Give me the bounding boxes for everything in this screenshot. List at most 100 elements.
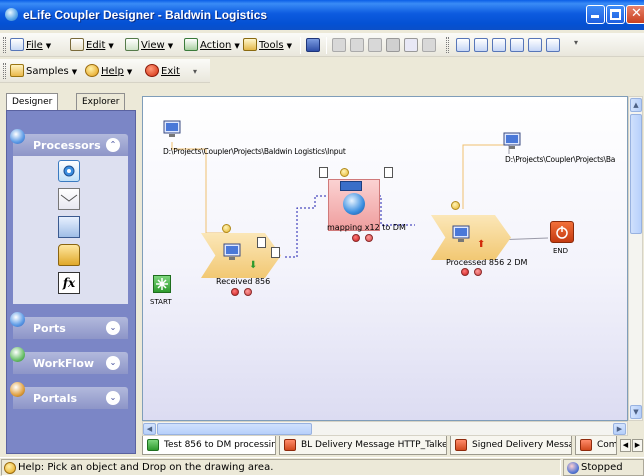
- component-palette: Processors ⌃ fx Ports ⌄ WorkFlow ⌄ Porta…: [6, 110, 136, 454]
- properties-icon[interactable]: [422, 38, 436, 52]
- lock-icon[interactable]: [58, 244, 80, 266]
- process-tab-icon: [580, 439, 592, 451]
- record-badge-icon[interactable]: [474, 268, 482, 276]
- save-icon[interactable]: [306, 38, 320, 52]
- envelope-icon[interactable]: [58, 188, 80, 210]
- paste-icon[interactable]: [368, 38, 382, 52]
- zoom-out-icon[interactable]: [510, 38, 524, 52]
- document-icon[interactable]: [257, 237, 266, 248]
- processed-node-icon: [452, 225, 470, 243]
- trigger-icon[interactable]: [340, 168, 349, 177]
- toolbar-overflow-icon[interactable]: ▾: [574, 38, 582, 52]
- vertical-scroll-thumb[interactable]: [630, 114, 642, 234]
- output-path-label: D:\Projects\Coupler\Projects\Ba: [505, 155, 616, 164]
- view-menu[interactable]: View ▼: [125, 38, 173, 51]
- tab-com[interactable]: Com: [575, 436, 617, 455]
- collapse-icon[interactable]: ⌃: [106, 138, 120, 152]
- close-icon: ✕: [631, 6, 642, 21]
- left-panel-tabs: Designer Explorer: [6, 93, 136, 112]
- minimize-icon: [591, 15, 599, 18]
- trigger-icon[interactable]: [222, 224, 231, 233]
- start-label: START: [150, 298, 172, 306]
- received-node-icon: [223, 243, 241, 261]
- start-node-icon[interactable]: [153, 275, 171, 293]
- maximize-button[interactable]: [606, 5, 625, 24]
- app-globe-icon[interactable]: [5, 8, 18, 21]
- vertical-scrollbar[interactable]: ▲ ▼: [628, 96, 643, 421]
- workflow-icon: [10, 347, 25, 362]
- layout-icon[interactable]: [456, 38, 470, 52]
- table-icon[interactable]: [546, 38, 560, 52]
- help-icon: [85, 64, 99, 77]
- input-port-icon[interactable]: [163, 120, 181, 138]
- upload-arrow-icon: ⬆: [477, 239, 486, 250]
- validate-icon[interactable]: [58, 216, 80, 238]
- process-tab-icon: [284, 439, 296, 451]
- status-message: Help: Pick an object and Drop on the dra…: [18, 462, 274, 473]
- scroll-down-icon[interactable]: ▼: [630, 405, 642, 419]
- download-arrow-icon: ⬇: [249, 260, 258, 271]
- function-icon[interactable]: fx: [58, 272, 80, 294]
- tab-explorer[interactable]: Explorer: [76, 93, 126, 111]
- title-bar: eLife Coupler Designer - Baldwin Logisti…: [0, 0, 644, 30]
- toolbar-grip[interactable]: [3, 63, 6, 79]
- expand-icon[interactable]: ⌄: [106, 321, 120, 335]
- samples-menu[interactable]: Samples ▼: [10, 64, 77, 77]
- close-button[interactable]: ✕: [626, 5, 644, 24]
- output-port-icon[interactable]: [503, 132, 521, 150]
- toolbar-overflow-icon[interactable]: ▾: [193, 67, 201, 81]
- copy-icon[interactable]: [350, 38, 364, 52]
- document-icon[interactable]: [384, 167, 393, 178]
- trigger-icon[interactable]: [451, 201, 460, 210]
- document-icon[interactable]: [271, 247, 280, 258]
- expand-icon[interactable]: ⌄: [106, 391, 120, 405]
- minimize-button[interactable]: [586, 5, 605, 24]
- expand-icon[interactable]: ⌄: [106, 356, 120, 370]
- zoom-in-icon[interactable]: [492, 38, 506, 52]
- view-icon: [125, 38, 139, 51]
- help-menu[interactable]: Help ▼: [85, 64, 132, 77]
- horizontal-scrollbar[interactable]: ◀ ▶: [142, 421, 628, 436]
- processors-group-header[interactable]: Processors ⌃: [10, 129, 128, 156]
- tab-scroll-left-icon[interactable]: ◀: [620, 439, 631, 452]
- file-icon: [10, 38, 24, 51]
- workflow-group-header[interactable]: WorkFlow ⌄: [10, 347, 128, 374]
- mapping-icon[interactable]: [58, 160, 80, 182]
- tab-scroll-right-icon[interactable]: ▶: [632, 439, 643, 452]
- main-toolbar: File ▼ Edit ▼ View ▼ Action ▼ Tools ▼ ▾: [0, 33, 644, 57]
- scroll-up-icon[interactable]: ▲: [630, 98, 642, 112]
- record-badge-icon[interactable]: [244, 288, 252, 296]
- action-menu[interactable]: Action ▼: [184, 38, 240, 51]
- drawing-canvas[interactable]: D:\Projects\Coupler\Projects\Baldwin Log…: [142, 96, 628, 421]
- scroll-left-icon[interactable]: ◀: [143, 423, 156, 435]
- tools-icon: [243, 38, 257, 51]
- toolbar-grip[interactable]: [3, 37, 6, 53]
- undo-icon[interactable]: [404, 38, 418, 52]
- toolbar-grip[interactable]: [446, 37, 449, 53]
- error-badge-icon[interactable]: [352, 234, 360, 242]
- ports-group-header[interactable]: Ports ⌄: [10, 312, 128, 339]
- grid-icon[interactable]: [528, 38, 542, 52]
- tab-signed-delivery[interactable]: Signed Delivery Message: [450, 436, 572, 455]
- tools-menu[interactable]: Tools ▼: [243, 38, 292, 51]
- end-node-icon[interactable]: [550, 221, 574, 243]
- tab-test-856[interactable]: Test 856 to DM processing: [142, 436, 276, 455]
- end-label: END: [553, 247, 569, 255]
- server-state: Stopped: [581, 462, 623, 473]
- scroll-right-icon[interactable]: ▶: [613, 423, 626, 435]
- input-path-label: D:\Projects\Coupler\Projects\Baldwin Log…: [163, 147, 346, 156]
- error-badge-icon[interactable]: [231, 288, 239, 296]
- delete-icon[interactable]: [386, 38, 400, 52]
- file-menu[interactable]: File ▼: [10, 38, 51, 51]
- error-badge-icon[interactable]: [461, 268, 469, 276]
- horizontal-scroll-thumb[interactable]: [157, 423, 312, 435]
- tab-bl-delivery[interactable]: BL Delivery Message HTTP_Talker: [279, 436, 447, 455]
- document-icon[interactable]: [319, 167, 328, 178]
- cut-icon[interactable]: [332, 38, 346, 52]
- record-badge-icon[interactable]: [365, 234, 373, 242]
- exit-menu[interactable]: Exit: [145, 64, 180, 77]
- maximize-icon: [610, 9, 621, 20]
- page-icon[interactable]: [474, 38, 488, 52]
- edit-menu[interactable]: Edit ▼: [70, 38, 114, 51]
- portals-group-header[interactable]: Portals ⌄: [10, 382, 128, 409]
